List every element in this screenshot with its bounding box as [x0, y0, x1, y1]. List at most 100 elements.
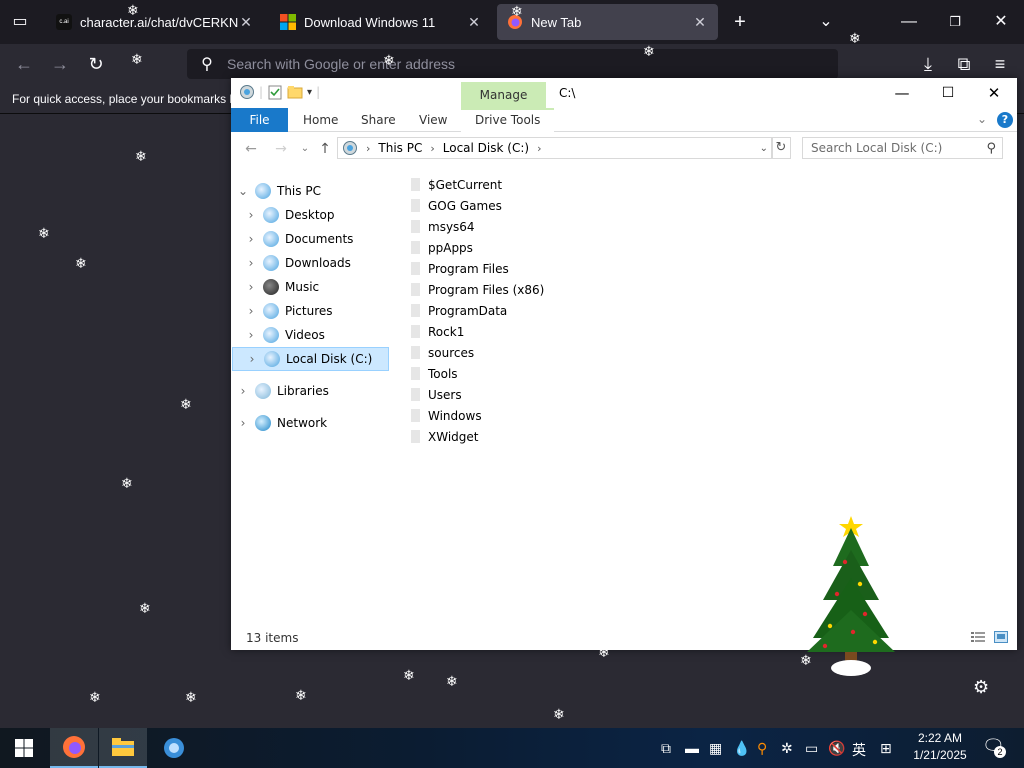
- refresh-icon[interactable]: ↻: [771, 137, 791, 159]
- tray-network-app-icon[interactable]: ▦: [709, 740, 722, 757]
- address-bar[interactable]: › This PC › Local Disk (C:) › ⌄: [337, 137, 773, 159]
- tab-character-ai[interactable]: c.ai character.ai/chat/dvCERKNNTa ✕: [46, 4, 264, 40]
- list-item[interactable]: ppApps: [411, 237, 473, 258]
- tab-share[interactable]: Share: [347, 108, 410, 132]
- nav-item-network[interactable]: › Network: [237, 411, 394, 435]
- chevron-down-icon[interactable]: ⌄: [814, 10, 838, 34]
- nav-item-desktop[interactable]: › Desktop: [245, 203, 402, 227]
- url-bar[interactable]: ⚲ Search with Google or enter address: [187, 49, 838, 79]
- clock[interactable]: 2:22 AM 1/21/2025: [905, 730, 975, 764]
- taskbar-app[interactable]: [150, 728, 198, 768]
- expand-ribbon-chevron-icon[interactable]: ⌄: [977, 112, 987, 126]
- gear-icon[interactable]: ⚙: [973, 677, 989, 698]
- list-item[interactable]: Program Files (x86): [411, 279, 544, 300]
- list-item[interactable]: $GetCurrent: [411, 174, 502, 195]
- forward-arrow-icon[interactable]: →: [271, 139, 291, 159]
- nav-item-pictures[interactable]: › Pictures: [245, 299, 402, 323]
- tray-search-icon[interactable]: ⚲: [757, 740, 767, 757]
- new-tab-plus-icon[interactable]: +: [728, 10, 752, 34]
- breadcrumb-separator-icon[interactable]: ›: [430, 142, 434, 155]
- tab-download-windows[interactable]: Download Windows 11 ✕: [270, 4, 492, 40]
- tray-snowflake-icon[interactable]: ✲: [781, 740, 793, 757]
- menu-hamburger-icon[interactable]: ≡: [988, 52, 1012, 76]
- extensions-icon[interactable]: ⧉: [952, 52, 976, 76]
- details-view-icon[interactable]: [971, 631, 985, 643]
- forward-arrow-icon[interactable]: →: [48, 52, 72, 76]
- search-input[interactable]: Search Local Disk (C:) ⚲: [802, 137, 1003, 159]
- download-icon[interactable]: ⤓: [916, 52, 940, 76]
- nav-item-videos[interactable]: › Videos: [245, 323, 402, 347]
- list-item[interactable]: Tools: [411, 363, 458, 384]
- minimize-icon[interactable]: —: [879, 78, 925, 108]
- breadcrumb-local-disk[interactable]: Local Disk (C:): [443, 141, 529, 155]
- nav-item-documents[interactable]: › Documents: [245, 227, 402, 251]
- notification-center-icon[interactable]: 🗨 2: [982, 736, 1006, 760]
- recent-locations-chevron-icon[interactable]: ⌄: [295, 139, 315, 159]
- start-button[interactable]: [0, 728, 48, 768]
- volume-muted-icon[interactable]: 🔇: [828, 740, 845, 757]
- chevron-right-icon[interactable]: ›: [245, 304, 257, 318]
- list-item[interactable]: Windows: [411, 405, 482, 426]
- list-item[interactable]: ProgramData: [411, 300, 507, 321]
- tab-home[interactable]: Home: [289, 108, 352, 132]
- tab-list-icon[interactable]: ▭: [8, 10, 32, 34]
- task-view-icon[interactable]: ⧉: [661, 740, 671, 757]
- taskbar-file-explorer[interactable]: [99, 728, 147, 768]
- list-item[interactable]: sources: [411, 342, 474, 363]
- large-icons-view-icon[interactable]: [994, 631, 1008, 643]
- this-pc-icon[interactable]: [239, 84, 255, 100]
- breadcrumb-separator-icon[interactable]: ›: [366, 142, 370, 155]
- list-item[interactable]: msys64: [411, 216, 475, 237]
- chevron-right-icon[interactable]: ›: [245, 328, 257, 342]
- chevron-right-icon[interactable]: ›: [237, 416, 249, 430]
- nav-item-music[interactable]: › Music: [245, 275, 402, 299]
- manage-contextual-tab[interactable]: Manage: [461, 82, 546, 108]
- close-tab-icon[interactable]: ✕: [692, 14, 708, 31]
- tab-new-tab[interactable]: New Tab ✕: [497, 4, 718, 40]
- back-arrow-icon[interactable]: ←: [12, 52, 36, 76]
- chevron-right-icon[interactable]: ›: [245, 208, 257, 222]
- search-icon[interactable]: ⚲: [986, 139, 996, 159]
- tab-file[interactable]: File: [231, 108, 288, 132]
- chevron-right-icon[interactable]: ›: [245, 232, 257, 246]
- minimize-icon[interactable]: —: [897, 10, 921, 34]
- customize-toolbar-chevron-icon[interactable]: ▾: [307, 87, 312, 98]
- list-item[interactable]: Users: [411, 384, 462, 405]
- list-item[interactable]: GOG Games: [411, 195, 502, 216]
- network-icon[interactable]: ▭: [805, 740, 818, 757]
- close-window-icon[interactable]: ✕: [989, 10, 1013, 34]
- input-language-indicator[interactable]: 英: [852, 740, 866, 760]
- nav-item-local-disk[interactable]: › Local Disk (C:): [232, 347, 389, 371]
- tab-view[interactable]: View: [405, 108, 461, 132]
- close-tab-icon[interactable]: ✕: [238, 14, 254, 31]
- breadcrumb-separator-icon[interactable]: ›: [537, 142, 541, 155]
- new-folder-icon[interactable]: [287, 84, 303, 100]
- ime-keyboard-icon[interactable]: ⊞: [880, 740, 892, 757]
- nav-item-libraries[interactable]: › Libraries: [237, 379, 394, 403]
- tray-app-icon[interactable]: ▬: [685, 740, 699, 756]
- close-tab-icon[interactable]: ✕: [466, 14, 482, 31]
- tab-drive-tools[interactable]: Drive Tools: [461, 108, 555, 132]
- breadcrumb-this-pc[interactable]: This PC: [378, 141, 422, 155]
- back-arrow-icon[interactable]: ←: [241, 139, 261, 159]
- help-icon[interactable]: ?: [997, 112, 1013, 128]
- up-arrow-icon[interactable]: ↑: [315, 139, 335, 159]
- taskbar-firefox[interactable]: [50, 728, 98, 768]
- chevron-right-icon[interactable]: ›: [245, 256, 257, 270]
- chevron-right-icon[interactable]: ›: [246, 352, 258, 366]
- address-dropdown-chevron-icon[interactable]: ⌄: [760, 143, 768, 154]
- chevron-right-icon[interactable]: ›: [245, 280, 257, 294]
- restore-icon[interactable]: ❐: [943, 10, 967, 34]
- close-icon[interactable]: ✕: [971, 78, 1017, 108]
- tray-drop-icon[interactable]: 💧: [733, 740, 750, 757]
- nav-item-downloads[interactable]: › Downloads: [245, 251, 402, 275]
- chevron-right-icon[interactable]: ›: [237, 384, 249, 398]
- properties-icon[interactable]: [267, 84, 283, 100]
- nav-item-this-pc[interactable]: ⌄ This PC: [237, 179, 394, 203]
- reload-icon[interactable]: ↻: [84, 52, 108, 76]
- list-item[interactable]: XWidget: [411, 426, 478, 447]
- list-item[interactable]: Program Files: [411, 258, 509, 279]
- chevron-down-icon[interactable]: ⌄: [237, 184, 249, 198]
- list-item[interactable]: Rock1: [411, 321, 464, 342]
- maximize-icon[interactable]: ☐: [925, 78, 971, 108]
